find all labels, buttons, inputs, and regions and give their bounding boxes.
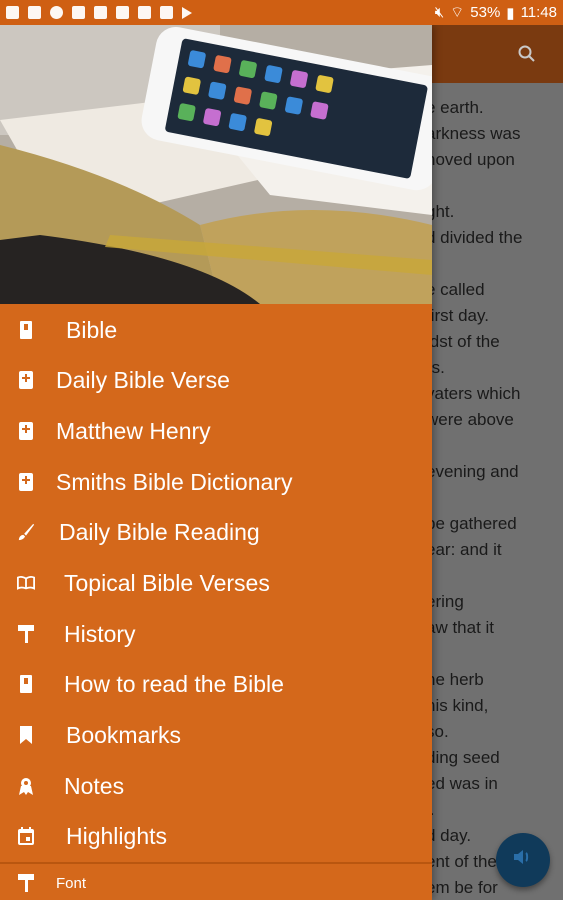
verse-text-line: e earth. <box>426 98 484 117</box>
menu-item-label: Smiths Bible Dictionary <box>56 468 293 495</box>
plus-book-icon <box>17 472 35 492</box>
menu-item-bible[interactable]: Bible <box>0 305 432 355</box>
menu-item-label: How to read the Bible <box>64 670 284 697</box>
clock: 11:48 <box>520 4 557 21</box>
app-icon <box>94 6 107 19</box>
verse-text-line: his kind, <box>426 696 489 715</box>
menu-item-label: Highlights <box>66 822 167 849</box>
audio-fab[interactable] <box>496 833 550 887</box>
menu-item-label: Daily Bible Verse <box>56 366 230 393</box>
speaker-icon <box>511 845 535 875</box>
navigation-drawer: Bible Daily Bible Verse Matthew Henry Smith… <box>0 25 432 900</box>
calendar-icon <box>17 826 35 846</box>
plus-book-icon <box>17 370 35 390</box>
menu-divider <box>0 862 432 864</box>
app-icon <box>160 6 173 19</box>
verse-text-line: first day. <box>426 306 489 325</box>
search-icon[interactable] <box>517 44 537 64</box>
menu-item-highlights[interactable]: Highlights <box>0 811 432 861</box>
plus-book-icon <box>17 421 35 441</box>
verse-text-line: d divided the <box>426 228 523 247</box>
menu-item-topical-bible-verses[interactable]: Topical Bible Verses <box>0 558 432 608</box>
dropbox-icon <box>6 6 19 19</box>
app-icon <box>72 6 85 19</box>
menu-item-smiths-bible-dictionary[interactable]: Smiths Bible Dictionary <box>0 457 432 507</box>
verse-text-line: he herb <box>426 670 484 689</box>
menu-item-notes[interactable]: Notes <box>0 761 432 811</box>
verse-text-line: ed was in <box>426 774 498 793</box>
verse-text-line: em be for <box>426 878 498 897</box>
verse-text-line: evening and <box>426 462 519 481</box>
bookmark-icon <box>17 725 35 745</box>
verse-text-line: were above <box>426 410 514 429</box>
app-icon <box>116 6 129 19</box>
verse-text-line: idst of the <box>426 332 500 351</box>
menu-item-how-to-read-the-bible[interactable]: How to read the Bible <box>0 659 432 709</box>
status-bar: 🔇︎ ⌔ 53% ▮ 11:48 <box>0 0 563 25</box>
open-book-icon <box>17 573 35 593</box>
play-store-icon <box>182 6 192 19</box>
image-icon <box>28 6 41 19</box>
verse-text-line: ding seed <box>426 748 500 767</box>
verse-text-line: e called <box>426 280 485 299</box>
verse-text-line: ear: and it <box>426 540 502 559</box>
verse-text-line: ent of the <box>426 852 497 871</box>
wifi-icon: ⌔ <box>450 4 465 21</box>
brush-icon <box>17 522 35 542</box>
menu-item-label: History <box>64 620 136 647</box>
at-icon <box>50 6 63 19</box>
menu-item-daily-bible-verse[interactable]: Daily Bible Verse <box>0 355 432 405</box>
verse-text-line: arkness was <box>426 124 521 143</box>
paint-roller-icon <box>17 873 35 893</box>
menu-item-history[interactable]: History <box>0 609 432 659</box>
verse-text-line: be gathered <box>426 514 517 533</box>
menu-item-label: Bible <box>66 316 118 343</box>
menu-item-label: Notes <box>64 772 125 799</box>
menu-item-label: Matthew Henry <box>56 417 211 444</box>
menu-item-font[interactable]: Font <box>0 873 432 899</box>
paint-roller-icon <box>17 624 35 644</box>
battery-icon: ▮ <box>506 4 515 22</box>
menu-item-label: Daily Bible Reading <box>59 518 260 545</box>
verse-text-line: vaters which <box>426 384 521 403</box>
verse-text-line: aw that it <box>426 618 495 637</box>
menu-item-daily-bible-reading[interactable]: Daily Bible Reading <box>0 507 432 557</box>
drawer-header-image <box>0 25 432 304</box>
battery-text: 53% <box>470 4 501 21</box>
menu-item-label: Bookmarks <box>66 721 182 748</box>
app-icon <box>138 6 151 19</box>
book-icon <box>17 320 35 340</box>
mute-icon: 🔇︎ <box>434 4 445 21</box>
book-icon <box>17 674 35 694</box>
ribbon-icon <box>17 776 35 796</box>
menu-item-matthew-henry[interactable]: Matthew Henry <box>0 406 432 456</box>
verse-text-line: d day. <box>426 826 472 845</box>
menu-item-bookmarks[interactable]: Bookmarks <box>0 710 432 760</box>
verse-text-line: noved upon <box>426 150 515 169</box>
notification-icons <box>6 6 192 19</box>
menu-item-label: Font <box>56 875 87 892</box>
menu-item-label: Topical Bible Verses <box>64 569 270 596</box>
